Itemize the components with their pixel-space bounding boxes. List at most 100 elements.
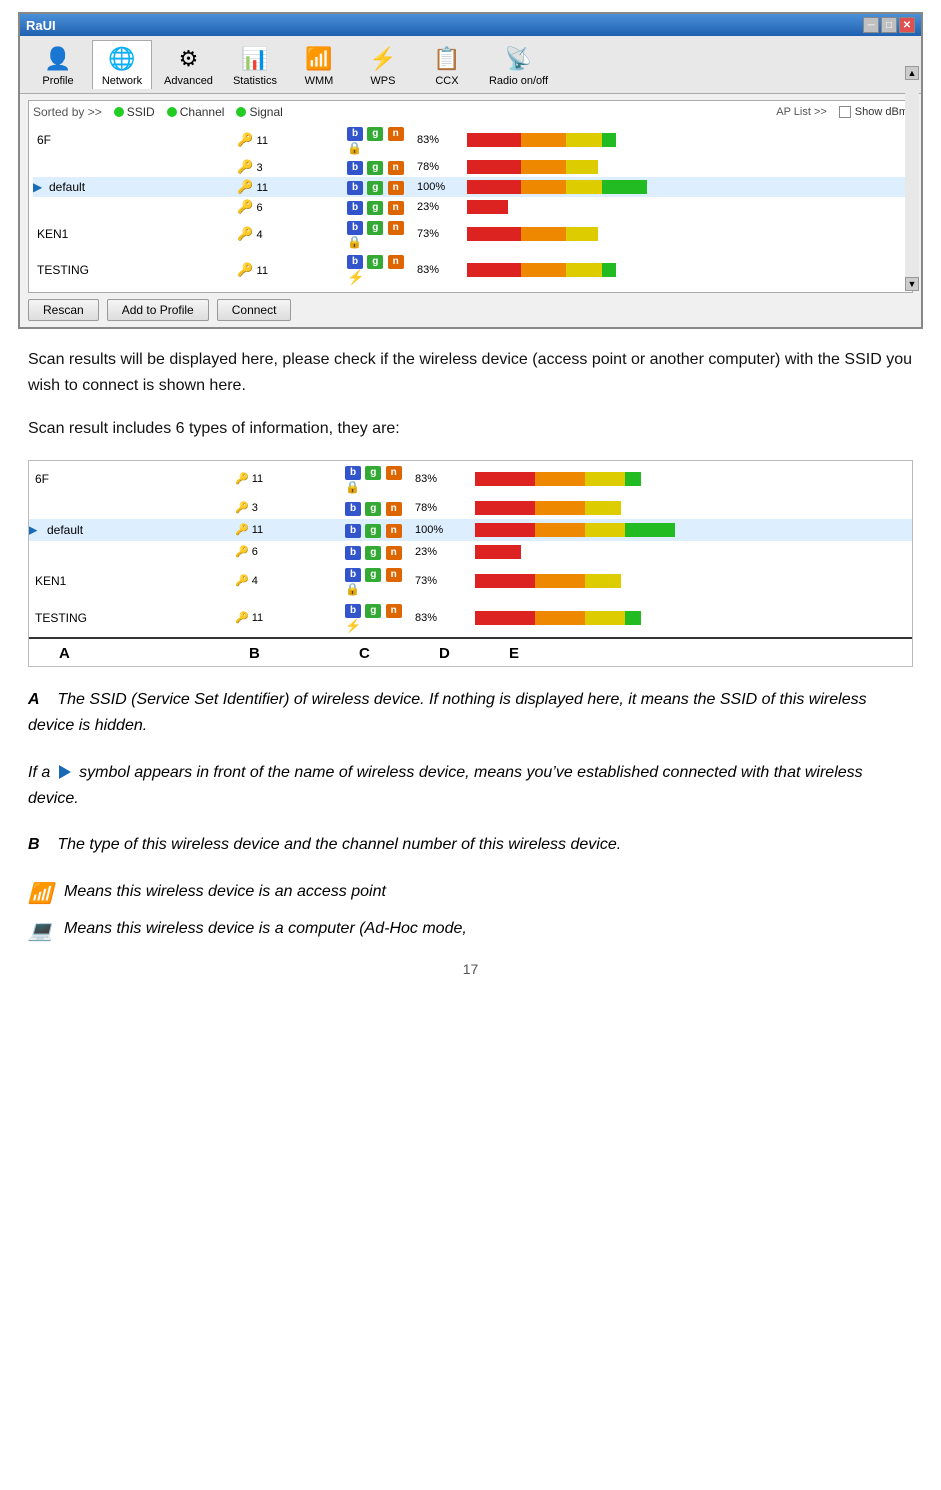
diag-ssid: [29, 541, 229, 563]
tag-g: g: [367, 161, 383, 175]
diag-tags: b g n: [339, 519, 409, 541]
tags-cell: b g n: [343, 157, 413, 177]
diag-ssid: [29, 497, 229, 519]
tag-g: g: [365, 604, 381, 618]
type-channel-cell: 🔑 4: [233, 217, 343, 251]
tag-b: b: [347, 201, 363, 215]
diag-tags: b g n 🔒: [339, 563, 409, 599]
table-row[interactable]: 6F 🔑 11 b g n 🔒 83%: [33, 123, 908, 157]
rescan-button[interactable]: Rescan: [28, 299, 99, 321]
diagram-row: 6F 🔑 11 b g n 🔒 83%: [29, 461, 912, 497]
bar-cell: [463, 157, 908, 177]
diagram-labels: A B C D E: [29, 637, 912, 666]
diag-pct: 23%: [409, 541, 469, 563]
tag-b: b: [347, 127, 363, 141]
toolbar: 👤 Profile 🌐 Network ⚙ Advanced 📊 Statist…: [20, 36, 921, 94]
minimize-button[interactable]: ─: [863, 17, 879, 33]
toolbar-ccx[interactable]: 📋 CCX: [417, 41, 477, 89]
main-content: Scan results will be displayed here, ple…: [0, 329, 941, 1005]
lock-icon: 🔒: [345, 582, 360, 596]
toolbar-wmm-label: WMM: [305, 75, 334, 87]
tag-n: n: [386, 568, 402, 582]
connect-button[interactable]: Connect: [217, 299, 292, 321]
table-row[interactable]: 🔑 3 b g n 78%: [33, 157, 908, 177]
diag-ch: 🔑 11: [229, 519, 339, 541]
desc-b-label: B: [28, 836, 40, 853]
page-number: 17: [28, 961, 913, 977]
toolbar-wmm[interactable]: 📶 WMM: [289, 41, 349, 89]
table-row[interactable]: ▶ default 🔑 11 b g n 100%: [33, 177, 908, 197]
channel-val: 11: [257, 135, 268, 147]
diag-pct: 100%: [409, 519, 469, 541]
table-row[interactable]: TESTING 🔑 11 b g n ⚡ 83%: [33, 251, 908, 288]
tag-n: n: [386, 546, 402, 560]
ssid-filter[interactable]: SSID: [114, 105, 155, 119]
ap-table: 6F 🔑 11 b g n 🔒 83%: [33, 123, 908, 288]
close-button[interactable]: ✕: [899, 17, 915, 33]
toolbar-radio-label: Radio on/off: [489, 75, 548, 87]
percent-cell: 83%: [413, 251, 463, 288]
wifi-icon: 🔑: [237, 132, 253, 147]
ssid-cell: [33, 197, 233, 217]
ap-buttons: Rescan Add to Profile Connect: [28, 299, 913, 321]
icon-2-desc: Means this wireless device is a computer…: [64, 916, 467, 942]
table-row[interactable]: 🔑 6 b g n 23%: [33, 197, 908, 217]
scroll-down-btn[interactable]: ▼: [905, 277, 919, 291]
channel-val: 11: [257, 182, 268, 194]
bar-cell: [463, 217, 908, 251]
channel-filter[interactable]: Channel: [167, 105, 225, 119]
diag-ch: 🔑 6: [229, 541, 339, 563]
diag-bar: [469, 519, 912, 541]
tag-b: b: [345, 568, 361, 582]
show-dbm-control[interactable]: Show dBm: [839, 106, 908, 118]
desc-arrow-text: If a symbol appears in front of the name…: [28, 760, 913, 813]
diag-wifi-icon: 🔑: [235, 546, 249, 558]
percent-cell: 83%: [413, 123, 463, 157]
wifi-icon: 🔑: [237, 179, 253, 194]
toolbar-wps[interactable]: ⚡ WPS: [353, 41, 413, 89]
toolbar-profile[interactable]: 👤 Profile: [28, 41, 88, 89]
table-row[interactable]: KEN1 🔑 4 b g n 🔒 73%: [33, 217, 908, 251]
channel-val: 11: [257, 265, 268, 277]
maximize-button[interactable]: □: [881, 17, 897, 33]
type-channel-cell: 🔑 6: [233, 197, 343, 217]
lock-icon: 🔒: [347, 141, 362, 155]
toolbar-network-label: Network: [102, 75, 142, 87]
diag-wifi-icon: 🔑: [235, 575, 249, 587]
raui-window: RaUI ─ □ ✕ 👤 Profile 🌐 Network ⚙ Advance…: [18, 12, 923, 329]
diag-wifi-icon: 🔑: [235, 612, 249, 624]
scrollbar[interactable]: ▲ ▼: [905, 66, 919, 291]
channel-val: 3: [257, 162, 263, 174]
ssid-cell: ▶ default: [33, 177, 233, 197]
tag-g: g: [367, 181, 383, 195]
toolbar-network[interactable]: 🌐 Network: [92, 40, 152, 89]
toolbar-statistics[interactable]: 📊 Statistics: [225, 41, 285, 89]
diag-bar: [469, 541, 912, 563]
toolbar-ccx-label: CCX: [435, 75, 458, 87]
tag-n: n: [386, 524, 402, 538]
add-profile-button[interactable]: Add to Profile: [107, 299, 209, 321]
diag-pct: 83%: [409, 461, 469, 497]
toolbar-advanced[interactable]: ⚙ Advanced: [156, 41, 221, 89]
diag-bar: [469, 497, 912, 519]
show-dbm-checkbox[interactable]: [839, 106, 851, 118]
diagram-row: ▶ default 🔑 11 b g n 100%: [29, 519, 912, 541]
toolbar-radio[interactable]: 📡 Radio on/off: [481, 41, 556, 89]
diag-wifi-icon: 🔑: [235, 524, 249, 536]
profile-icon: 👤: [42, 43, 74, 75]
scroll-up-btn[interactable]: ▲: [905, 66, 919, 80]
lightning-icon: ⚡: [347, 269, 364, 285]
arrow-desc-text: symbol appears in front of the name of w…: [28, 764, 863, 807]
icon-desc-row-2: 💻 Means this wireless device is a comput…: [28, 916, 913, 943]
type-channel-cell: 🔑 3: [233, 157, 343, 177]
signal-filter[interactable]: Signal: [236, 105, 282, 119]
label-a: A: [29, 645, 249, 662]
tag-g: g: [367, 127, 383, 141]
lock-icon: 🔒: [345, 480, 360, 494]
diagram-table: 6F 🔑 11 b g n 🔒 83%: [29, 461, 912, 637]
tag-b: b: [345, 466, 361, 480]
diag-ch: 🔑 11: [229, 599, 339, 637]
toolbar-wps-label: WPS: [370, 75, 395, 87]
channel-dot: [167, 107, 177, 117]
label-e: E: [509, 645, 589, 662]
